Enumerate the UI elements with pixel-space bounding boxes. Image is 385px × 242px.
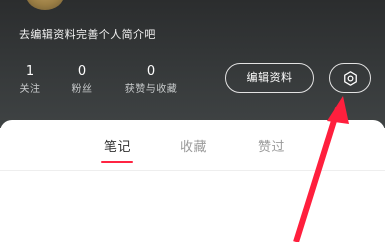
active-tab-indicator <box>101 161 133 163</box>
tab-collections[interactable]: 收藏 <box>180 136 207 155</box>
edit-profile-button[interactable]: 编辑资料 <box>225 63 314 93</box>
tab-divider <box>0 170 385 171</box>
stat-following-count: 1 <box>25 64 35 79</box>
profile-header: 去编辑资料完善个人简介吧 1 关注 0 粉丝 0 获赞与收藏 编辑资料 <box>0 0 385 128</box>
content-card: 笔记 收藏 赞过 <box>0 120 385 242</box>
stat-likes-collects[interactable]: 0 获赞与收藏 <box>120 64 182 97</box>
tab-notes[interactable]: 笔记 <box>104 136 131 155</box>
tab-liked[interactable]: 赞过 <box>258 136 285 155</box>
bio-prompt[interactable]: 去编辑资料完善个人简介吧 <box>19 26 156 42</box>
avatar[interactable] <box>26 0 64 10</box>
stat-fans[interactable]: 0 粉丝 <box>68 64 96 97</box>
settings-button[interactable] <box>329 63 371 93</box>
stat-likes-label: 获赞与收藏 <box>124 84 178 95</box>
stat-fans-label: 粉丝 <box>71 84 93 95</box>
gear-icon <box>342 70 359 87</box>
stat-likes-count: 0 <box>146 64 156 79</box>
stat-following[interactable]: 1 关注 <box>18 64 42 97</box>
stat-following-label: 关注 <box>19 84 41 95</box>
stat-fans-count: 0 <box>77 64 87 79</box>
